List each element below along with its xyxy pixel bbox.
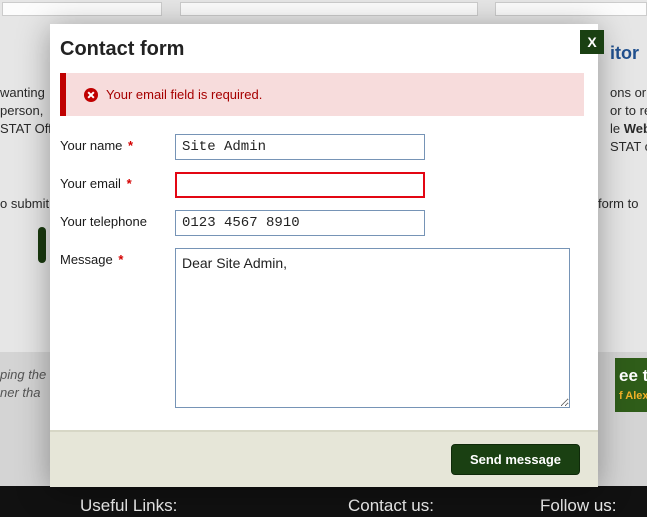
bg-right-block: itor ons or in or to req le Webs STAT o [610,44,647,156]
required-marker: * [118,252,123,267]
row-telephone: Your telephone [60,210,584,236]
row-email: Your email * [60,172,584,198]
bg-left-submit: o submit [0,195,49,213]
row-name: Your name * [60,134,584,160]
validation-error: Your email field is required. [60,73,584,116]
label-name: Your name * [60,134,175,153]
bg-heading-fragment: itor [610,43,639,63]
bg-card-b [180,2,478,16]
bg-right-formto: form to [598,195,638,213]
modal-header: Contact form X [50,24,598,73]
bg-card-a [2,2,162,16]
modal-body: Your email field is required. Your name … [50,73,598,430]
bg-left-block: wanting person, STAT Offi [0,84,55,138]
bg-card-c [495,2,647,16]
error-icon [84,88,98,102]
required-marker: * [127,176,132,191]
send-message-button[interactable]: Send message [451,444,580,475]
close-button[interactable]: X [580,30,604,54]
required-marker: * [128,138,133,153]
contact-form-modal: Contact form X Your email field is requi… [50,24,598,487]
label-email: Your email * [60,172,175,191]
modal-footer: Send message [50,430,598,487]
footer-follow-heading: Follow us: [540,496,617,516]
email-input[interactable] [175,172,425,198]
label-message: Message * [60,248,175,267]
bg-promo-fragment: ee t f Alexa [615,358,647,412]
footer-contact-heading: Contact us: [348,496,434,516]
telephone-input[interactable] [175,210,425,236]
bg-button-fragment-left [38,227,46,263]
bg-quote-fragment: ping the ner tha [0,366,46,402]
name-input[interactable] [175,134,425,160]
modal-title: Contact form [60,38,582,61]
footer-links-heading: Useful Links: [80,496,177,516]
row-message: Message * [60,248,584,408]
label-telephone: Your telephone [60,210,175,229]
error-text: Your email field is required. [106,87,262,102]
message-textarea[interactable] [175,248,570,408]
footer: Useful Links: Contact us: Follow us: [0,486,647,517]
